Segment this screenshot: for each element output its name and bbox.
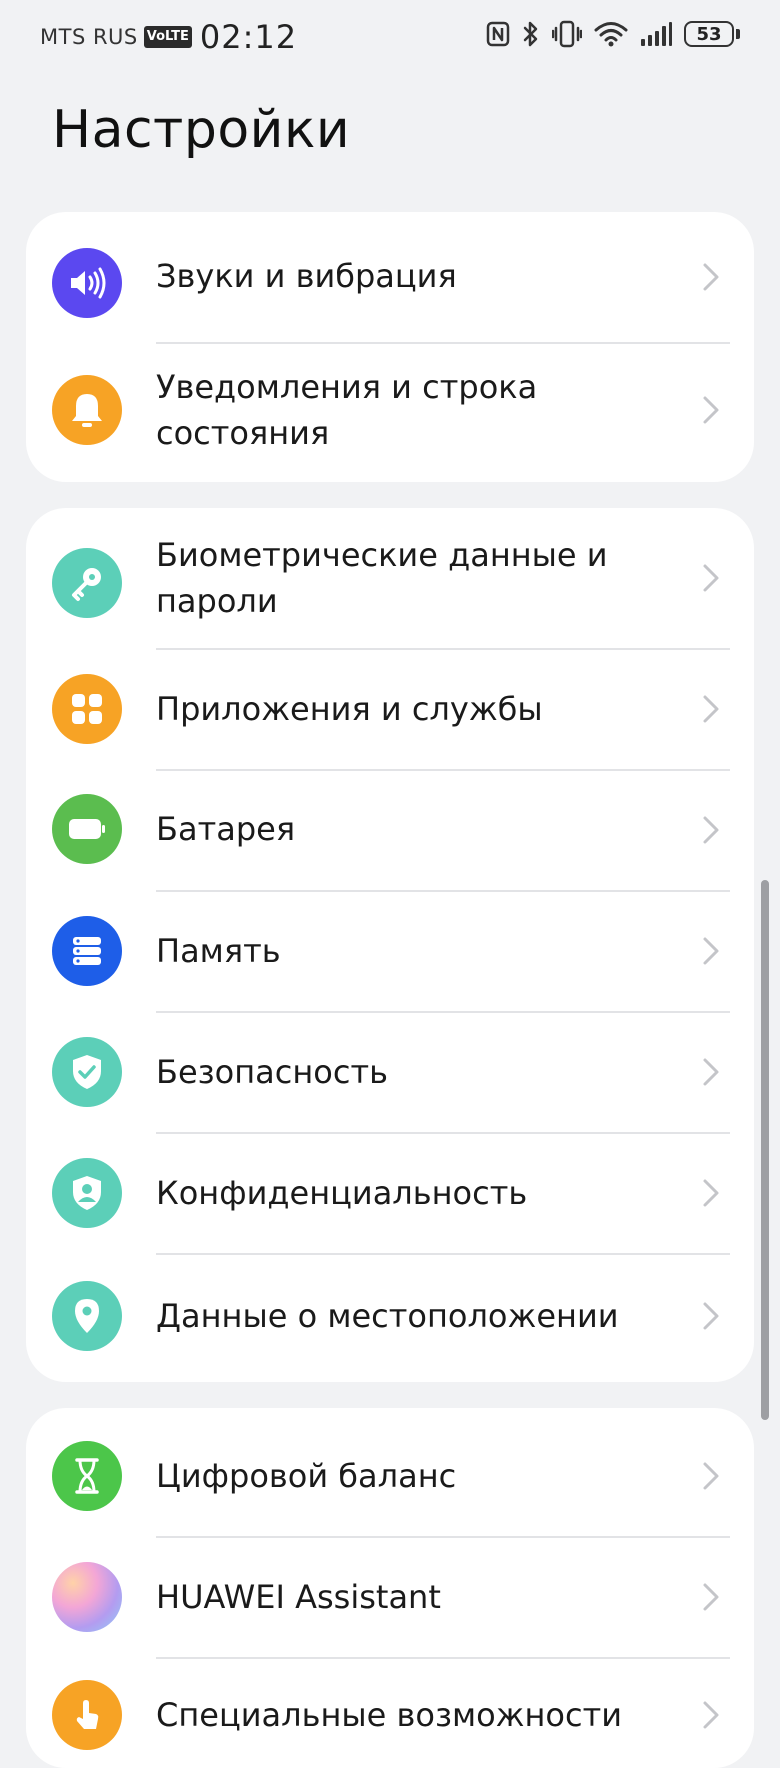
settings-item-location[interactable]: Данные о местоположении [26, 1254, 754, 1382]
chevron-right-icon [703, 1179, 719, 1207]
carrier-name: MTS RUS [40, 25, 138, 49]
status-time: 02:12 [199, 18, 298, 56]
chevron-right-icon [703, 1302, 719, 1330]
settings-item-label: Память [156, 932, 281, 970]
hourglass-icon [52, 1441, 122, 1511]
settings-item-security[interactable]: Безопасность [26, 1012, 754, 1132]
bell-icon [52, 375, 122, 445]
hand-icon [52, 1680, 122, 1750]
status-bar-left: MTS RUS VoLTE 02:12 [40, 18, 297, 56]
settings-group-device: Биометрические данные и пароли Приложени… [26, 508, 754, 1382]
settings-item-biometrics[interactable]: Биометрические данные и пароли [26, 508, 754, 648]
settings-item-storage[interactable]: Память [26, 891, 754, 1011]
settings-group-wellbeing: Цифровой баланс HUAWEI Assistant Специал… [26, 1408, 754, 1768]
chevron-right-icon [703, 1058, 719, 1086]
settings-item-label: Батарея [156, 810, 296, 848]
chevron-right-icon [703, 1701, 719, 1729]
location-pin-icon [52, 1281, 122, 1351]
chevron-right-icon [703, 1462, 719, 1490]
nfc-icon [486, 21, 510, 47]
chevron-right-icon [703, 263, 719, 291]
sound-icon [52, 248, 122, 318]
chevron-right-icon [703, 564, 719, 592]
huawei-assistant-icon [52, 1562, 122, 1632]
settings-item-accessibility[interactable]: Специальные возможности [26, 1658, 754, 1768]
key-icon [52, 548, 122, 618]
scrollbar[interactable] [761, 880, 769, 1420]
settings-item-label: Конфиденциальность [156, 1174, 528, 1212]
battery-settings-icon [52, 794, 122, 864]
settings-item-label: Звуки и вибрация [156, 257, 457, 295]
settings-item-privacy[interactable]: Конфиденциальность [26, 1133, 754, 1253]
shield-check-icon [52, 1037, 122, 1107]
volte-badge: VoLTE [143, 26, 192, 48]
privacy-icon [52, 1158, 122, 1228]
settings-item-sounds[interactable]: Звуки и вибрация [26, 212, 754, 342]
battery-icon: 53 [684, 21, 740, 47]
page-title: Настройки [52, 100, 351, 160]
settings-item-label: Безопасность [156, 1053, 388, 1091]
chevron-right-icon [703, 396, 719, 424]
settings-item-label: Приложения и службы [156, 690, 543, 728]
settings-item-huawei-assistant[interactable]: HUAWEI Assistant [26, 1537, 754, 1657]
bluetooth-icon [522, 20, 540, 48]
apps-icon [52, 674, 122, 744]
chevron-right-icon [703, 937, 719, 965]
settings-item-label: Специальные возможности [156, 1696, 623, 1734]
settings-item-label: HUAWEI Assistant [156, 1578, 441, 1616]
settings-item-label: Цифровой баланс [156, 1457, 457, 1495]
wifi-icon [594, 20, 628, 48]
signal-icon [640, 21, 672, 47]
settings-item-label: Уведомления и строка состояния [156, 368, 538, 452]
chevron-right-icon [703, 1583, 719, 1611]
settings-item-label: Биометрические данные и пароли [156, 536, 608, 620]
storage-icon [52, 916, 122, 986]
settings-group-sound-notifications: Звуки и вибрация Уведомления и строка со… [26, 212, 754, 482]
settings-item-notifications[interactable]: Уведомления и строка состояния [26, 343, 754, 482]
chevron-right-icon [703, 695, 719, 723]
settings-item-apps[interactable]: Приложения и службы [26, 649, 754, 769]
status-bar-right: 53 [486, 20, 740, 48]
vibrate-icon [552, 20, 582, 48]
settings-item-battery[interactable]: Батарея [26, 770, 754, 890]
battery-level: 53 [684, 21, 734, 47]
status-bar: MTS RUS VoLTE 02:12 53 [0, 0, 780, 78]
settings-item-digital-balance[interactable]: Цифровой баланс [26, 1408, 754, 1536]
chevron-right-icon [703, 816, 719, 844]
settings-item-label: Данные о местоположении [156, 1297, 619, 1335]
